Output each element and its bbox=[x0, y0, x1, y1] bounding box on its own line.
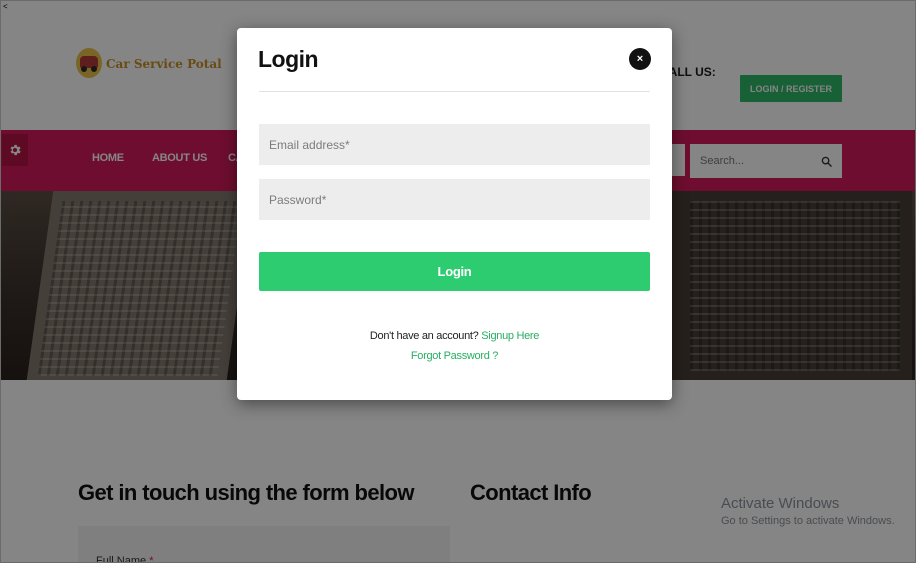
back-arrow-icon[interactable]: < bbox=[3, 2, 8, 11]
no-account-text: Don't have an account? bbox=[369, 330, 479, 342]
modal-title: Login bbox=[258, 46, 319, 72]
signup-prompt: Don't have an account? Signup Here bbox=[237, 330, 672, 342]
password-field[interactable] bbox=[259, 179, 650, 220]
close-icon[interactable]: × bbox=[629, 48, 651, 70]
modal-divider bbox=[259, 91, 650, 92]
login-modal: Login × Login Don't have an account? Sig… bbox=[237, 28, 672, 400]
page: Car Service Potal CALL US: LOGIN / REGIS… bbox=[0, 0, 916, 563]
login-submit-button[interactable]: Login bbox=[259, 252, 650, 291]
forgot-password-link[interactable]: Forgot Password ? bbox=[411, 350, 499, 362]
signup-link[interactable]: Signup Here bbox=[481, 330, 539, 342]
email-field[interactable] bbox=[259, 124, 650, 165]
forgot-password-row: Forgot Password ? bbox=[237, 350, 672, 362]
